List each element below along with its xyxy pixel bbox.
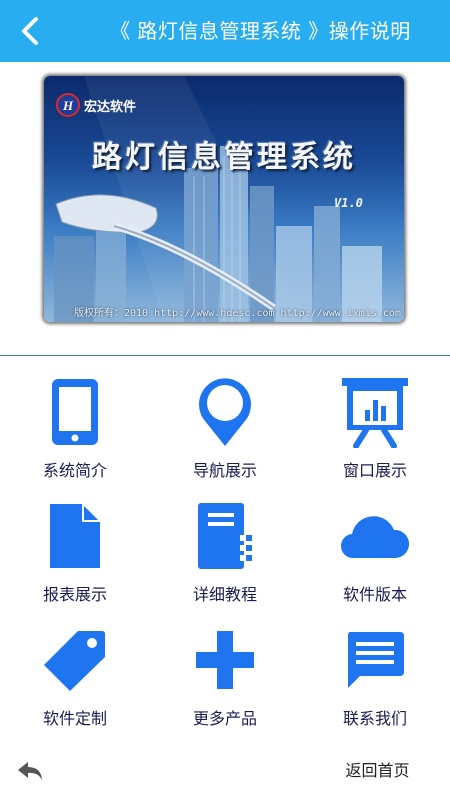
home-link[interactable]: 返回首页 <box>330 758 425 784</box>
cloud-icon <box>340 496 410 576</box>
menu-item-intro[interactable]: 系统简介 <box>0 360 150 484</box>
page-title: 《 路灯信息管理系统 》操作说明 <box>110 19 411 43</box>
chevron-left-icon <box>22 17 38 45</box>
app-header: 《 路灯信息管理系统 》操作说明 <box>0 0 450 62</box>
menu-item-label: 系统简介 <box>42 461 107 480</box>
back-button[interactable] <box>10 12 50 50</box>
banner-footer: 版权所有：2010 http://www.hdesc.com http://ww… <box>74 308 401 319</box>
reply-arrow-icon <box>18 762 42 780</box>
message-icon <box>340 620 410 700</box>
map-pin-icon <box>190 372 260 452</box>
menu-item-custom[interactable]: 软件定制 <box>0 608 150 732</box>
svg-text:H: H <box>62 98 74 113</box>
brand-logo: H 宏达软件 <box>56 92 136 118</box>
company-logo-icon: H <box>56 93 80 117</box>
banner: H 宏达软件 路灯信息管理系统 V1.0 版权所有：2010 http://ww… <box>40 74 408 324</box>
document-icon <box>40 496 110 576</box>
banner-image: H 宏达软件 路灯信息管理系统 V1.0 版权所有：2010 http://ww… <box>44 76 404 322</box>
plus-icon <box>190 620 260 700</box>
menu-item-label: 软件定制 <box>42 709 107 728</box>
presentation-icon <box>340 372 410 452</box>
menu-item-contact[interactable]: 联系我们 <box>300 608 450 732</box>
divider <box>0 355 450 356</box>
menu-item-report[interactable]: 报表展示 <box>0 484 150 608</box>
menu-item-label: 窗口展示 <box>342 461 407 480</box>
bottom-back-button[interactable] <box>14 756 46 786</box>
brand-name: 宏达软件 <box>84 99 137 115</box>
tag-icon <box>40 620 110 700</box>
menu-item-tutorial[interactable]: 详细教程 <box>150 484 300 608</box>
menu-item-label: 更多产品 <box>192 709 257 728</box>
notebook-icon <box>190 496 260 576</box>
banner-version: V1.0 <box>334 196 363 210</box>
menu-item-label: 联系我们 <box>342 709 407 728</box>
menu-item-label: 详细教程 <box>192 585 257 604</box>
banner-title: 路灯信息管理系统 <box>92 140 356 175</box>
menu-item-label: 软件版本 <box>342 585 407 604</box>
menu-item-label: 报表展示 <box>42 585 107 604</box>
menu-item-version[interactable]: 软件版本 <box>300 484 450 608</box>
phone-icon <box>40 372 110 452</box>
menu-item-products[interactable]: 更多产品 <box>150 608 300 732</box>
menu-item-label: 导航展示 <box>192 461 257 480</box>
menu-item-window[interactable]: 窗口展示 <box>300 360 450 484</box>
menu-item-navigation[interactable]: 导航展示 <box>150 360 300 484</box>
